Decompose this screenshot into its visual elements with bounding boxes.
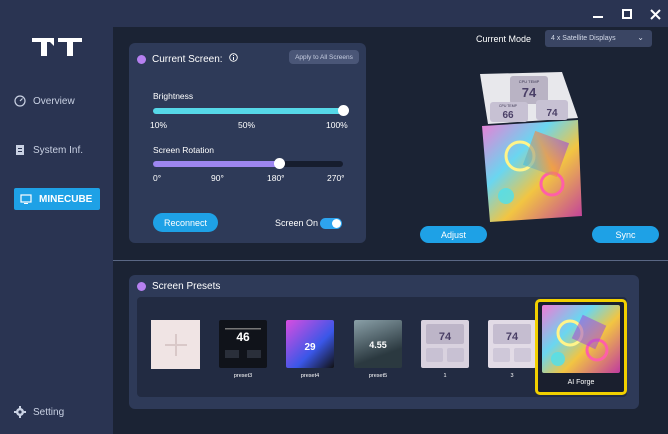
preset-value: 29: [304, 342, 316, 353]
close-icon[interactable]: [646, 5, 664, 23]
preset-thumbnail-ai-forge[interactable]: [542, 305, 620, 373]
preset-caption: preset5: [368, 373, 388, 379]
screen-on-label: Screen On: [275, 218, 319, 228]
add-preset-button[interactable]: [151, 320, 200, 369]
brightness-tick: 100%: [326, 120, 348, 130]
cube-top-title: CPU TEMP: [519, 79, 540, 84]
thermaltake-logo: [32, 38, 82, 56]
brightness-knob[interactable]: [338, 105, 349, 116]
panel-title: Screen Presets: [137, 281, 220, 292]
sidebar-item-minecube[interactable]: MINECUBE: [14, 188, 100, 210]
toggle-knob: [332, 219, 341, 228]
sidebar-item-system-inf[interactable]: System Inf.: [14, 139, 83, 161]
cube-top-value: 74: [522, 85, 537, 100]
sidebar-item-setting[interactable]: Setting: [14, 401, 64, 423]
current-screen-title: Current Screen:: [152, 53, 223, 65]
rotation-tick: 90°: [211, 173, 224, 183]
brightness-slider[interactable]: [153, 108, 343, 114]
preset-value: 46: [236, 330, 250, 344]
preset-value: 74: [439, 331, 452, 343]
screen-presets-title: Screen Presets: [152, 281, 221, 292]
brightness-label: Brightness: [153, 91, 194, 101]
sidebar-item-overview[interactable]: Overview: [14, 90, 75, 112]
gear-icon: [14, 406, 26, 418]
preset-thumbnail-preset3[interactable]: 46: [219, 320, 267, 368]
brightness-tick: 50%: [238, 120, 256, 130]
sidebar: Overview System Inf. MINECUBE Setting: [0, 0, 113, 434]
status-dot: [137, 282, 146, 291]
rotation-tick: 0°: [153, 173, 162, 183]
cube-right-value: 74: [546, 108, 558, 119]
panel-title: Current Screen:: [137, 53, 238, 65]
gauge-icon: [14, 95, 26, 107]
preset-thumbnail-1[interactable]: 74: [421, 320, 469, 368]
adjust-button[interactable]: Adjust: [420, 226, 487, 243]
screen-on-toggle[interactable]: [320, 218, 342, 229]
preset-value: 4.55: [369, 340, 387, 350]
sidebar-item-label: System Inf.: [33, 144, 84, 156]
current-screen-panel: Current Screen: Apply to All Screens Bri…: [129, 43, 366, 243]
rotation-knob[interactable]: [274, 158, 285, 169]
status-dot: [137, 54, 146, 64]
preset-caption: preset4: [300, 373, 320, 379]
apply-to-all-button[interactable]: Apply to All Screens: [289, 50, 359, 64]
info-icon[interactable]: [228, 53, 238, 65]
preset-caption: 3: [510, 373, 514, 379]
maximize-icon[interactable]: [618, 5, 636, 23]
preset-thumbnail-preset4[interactable]: 29: [286, 320, 334, 368]
current-mode-select[interactable]: 4 x Satellite Displays ⌄: [545, 30, 652, 47]
rotation-tick: 180°: [267, 173, 285, 183]
current-mode-value: 4 x Satellite Displays: [551, 35, 616, 42]
preset-caption: AI Forge: [567, 379, 595, 386]
cube-left-title: CPU TEMP: [499, 104, 518, 108]
sidebar-item-label: Overview: [33, 95, 75, 107]
minecube-preview: CPU TEMP 74 CPU TEMP 66 74: [480, 72, 582, 222]
title-bar: [113, 0, 668, 27]
preset-thumbnail-3[interactable]: 74: [488, 320, 536, 368]
plus-icon: [164, 333, 187, 356]
chevron-down-icon: ⌄: [637, 33, 644, 42]
reconnect-button[interactable]: Reconnect: [153, 213, 218, 232]
minimize-icon[interactable]: [589, 5, 607, 23]
rotation-tick: 270°: [327, 173, 345, 183]
preset-thumbnail-preset5[interactable]: 4.55: [354, 320, 402, 368]
rotation-fill: [153, 161, 280, 167]
brightness-tick: 10%: [150, 120, 168, 130]
sync-button[interactable]: Sync: [592, 226, 659, 243]
cube-left-value: 66: [502, 110, 514, 121]
document-icon: [14, 144, 26, 156]
preset-value: 74: [506, 331, 519, 343]
current-mode-label: Current Mode: [476, 34, 532, 44]
sidebar-item-label: MINECUBE: [39, 193, 93, 205]
preset-caption: 1: [443, 373, 447, 379]
preset-caption: preset3: [233, 373, 253, 379]
sidebar-item-label: Setting: [33, 406, 65, 418]
monitor-icon: [20, 193, 32, 205]
rotation-label: Screen Rotation: [153, 145, 214, 155]
cube-front-face: [482, 120, 582, 222]
